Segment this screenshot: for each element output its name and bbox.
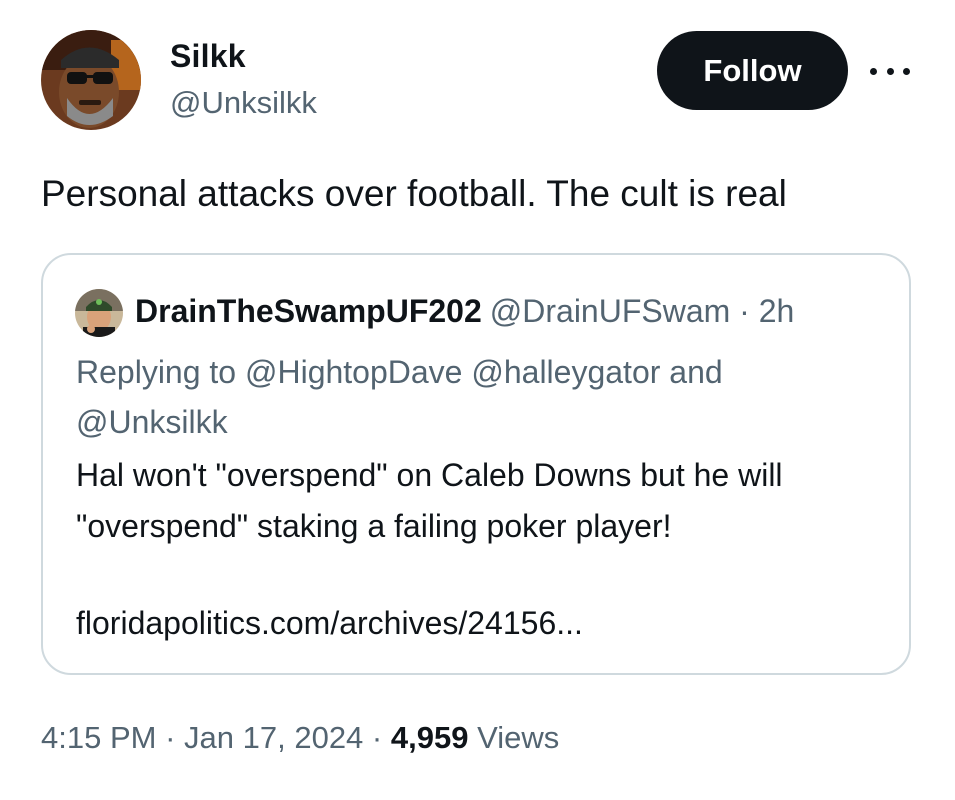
replying-to-line: Replying to @HightopDave @halleygator an…: [76, 347, 876, 447]
follow-button[interactable]: Follow: [657, 31, 848, 110]
meta-separator: ·: [371, 720, 383, 755]
quoted-separator: ·: [739, 293, 750, 329]
more-options-icon[interactable]: [870, 56, 910, 86]
tweet-text: Personal attacks over football. The cult…: [41, 173, 787, 214]
mention-hightopdave[interactable]: @HightopDave: [245, 354, 462, 390]
quoted-tweet-text: Hal won't "overspend" on Caleb Downs but…: [76, 457, 783, 544]
more-dot: [903, 67, 910, 75]
quoted-tweet-card[interactable]: DrainTheSwampUF202 @DrainUFSwam · 2h Repl…: [41, 253, 911, 675]
quoted-author-display-name[interactable]: DrainTheSwampUF202: [135, 291, 482, 331]
author-avatar[interactable]: [41, 30, 141, 130]
tweet-time[interactable]: 4:15 PM: [41, 720, 156, 755]
quoted-author-avatar[interactable]: [75, 289, 123, 337]
mention-unksilkk[interactable]: @Unksilkk: [76, 404, 228, 440]
more-dot: [870, 67, 877, 75]
author-handle[interactable]: @Unksilkk: [170, 85, 317, 121]
quoted-timestamp[interactable]: 2h: [759, 293, 795, 329]
views-count: 4,959: [390, 720, 469, 755]
views-label: Views: [477, 720, 560, 755]
tweet-meta: 4:15 PM · Jan 17, 2024 · 4,959 Views: [41, 720, 559, 756]
mention-halleygator[interactable]: @halleygator: [471, 354, 660, 390]
more-dot: [886, 67, 894, 75]
author-display-name[interactable]: Silkk: [170, 38, 246, 75]
replying-and-label: and: [669, 354, 723, 390]
replying-to-label: Replying to: [76, 354, 237, 390]
quoted-author-handle[interactable]: @DrainUFSwam: [490, 291, 731, 331]
tweet-page: Silkk @Unksilkk Follow Personal attacks …: [0, 0, 955, 800]
quoted-tweet-header: DrainTheSwampUF202 @DrainUFSwam · 2h: [135, 291, 895, 331]
tweet-date[interactable]: Jan 17, 2024: [184, 720, 363, 755]
meta-separator: ·: [165, 720, 176, 755]
quoted-tweet-link[interactable]: floridapolitics.com/archives/24156...: [76, 603, 583, 643]
